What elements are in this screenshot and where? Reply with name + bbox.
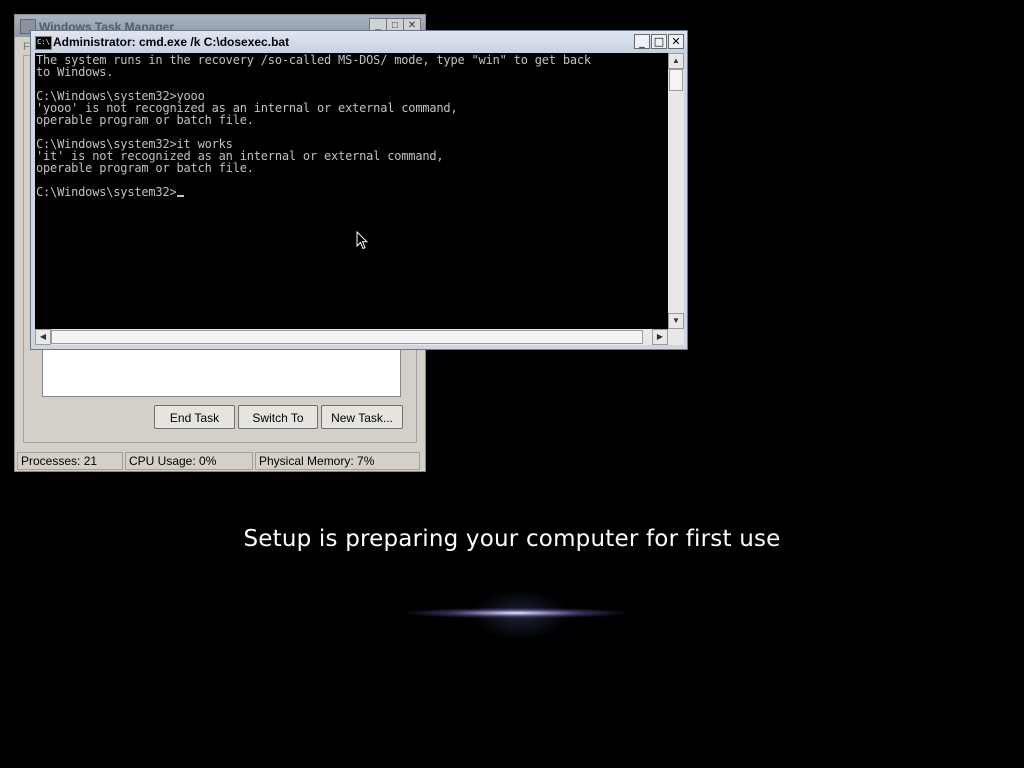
scroll-right-icon[interactable]: ▶ <box>652 329 668 345</box>
vertical-scroll-thumb[interactable] <box>669 69 683 91</box>
console-line: to Windows. <box>36 65 114 79</box>
scroll-up-icon[interactable]: ▲ <box>668 53 684 69</box>
setup-status-message: Setup is preparing your computer for fir… <box>243 526 781 552</box>
console-line: C:\Windows\system32> <box>36 185 177 199</box>
mouse-pointer-icon <box>356 231 368 250</box>
status-cpu-usage: CPU Usage: 0% <box>125 452 253 470</box>
console-line: The system runs in the recovery /so-call… <box>36 53 591 67</box>
console-line: operable program or batch file. <box>36 113 254 127</box>
cmd-vertical-scrollbar[interactable]: ▲ ▼ <box>668 53 684 329</box>
scroll-down-icon[interactable]: ▼ <box>668 313 684 329</box>
switch-to-button[interactable]: Switch To <box>238 405 318 429</box>
new-task-button[interactable]: New Task... <box>321 405 403 429</box>
status-processes: Processes: 21 <box>17 452 123 470</box>
cmd-output: The system runs in the recovery /so-call… <box>35 53 668 198</box>
console-line: operable program or batch file. <box>36 161 254 175</box>
tm-menu-file[interactable]: F <box>23 41 30 53</box>
close-icon[interactable]: ✕ <box>668 34 684 49</box>
cmd-horizontal-scrollbar[interactable]: ◀ ▶ <box>35 329 668 345</box>
tm-statusbar: Processes: 21 CPU Usage: 0% Physical Mem… <box>17 452 423 470</box>
cmd-console[interactable]: The system runs in the recovery /so-call… <box>35 53 668 329</box>
status-physical-memory: Physical Memory: 7% <box>255 452 420 470</box>
minimize-icon[interactable]: _ <box>634 34 650 49</box>
maximize-icon[interactable]: □ <box>651 34 667 49</box>
progress-glow-light <box>408 608 624 618</box>
end-task-button[interactable]: End Task <box>154 405 235 429</box>
cmd-titlebar[interactable]: C:\ Administrator: cmd.exe /k C:\dosexec… <box>31 31 687 53</box>
cmd-title: Administrator: cmd.exe /k C:\dosexec.bat <box>53 35 290 49</box>
resize-grip-icon[interactable] <box>668 329 684 345</box>
cmd-window[interactable]: C:\ Administrator: cmd.exe /k C:\dosexec… <box>30 30 688 350</box>
scroll-left-icon[interactable]: ◀ <box>35 329 51 345</box>
text-cursor <box>176 195 184 197</box>
horizontal-scroll-thumb[interactable] <box>51 330 643 344</box>
cmd-app-icon: C:\ <box>35 36 52 50</box>
